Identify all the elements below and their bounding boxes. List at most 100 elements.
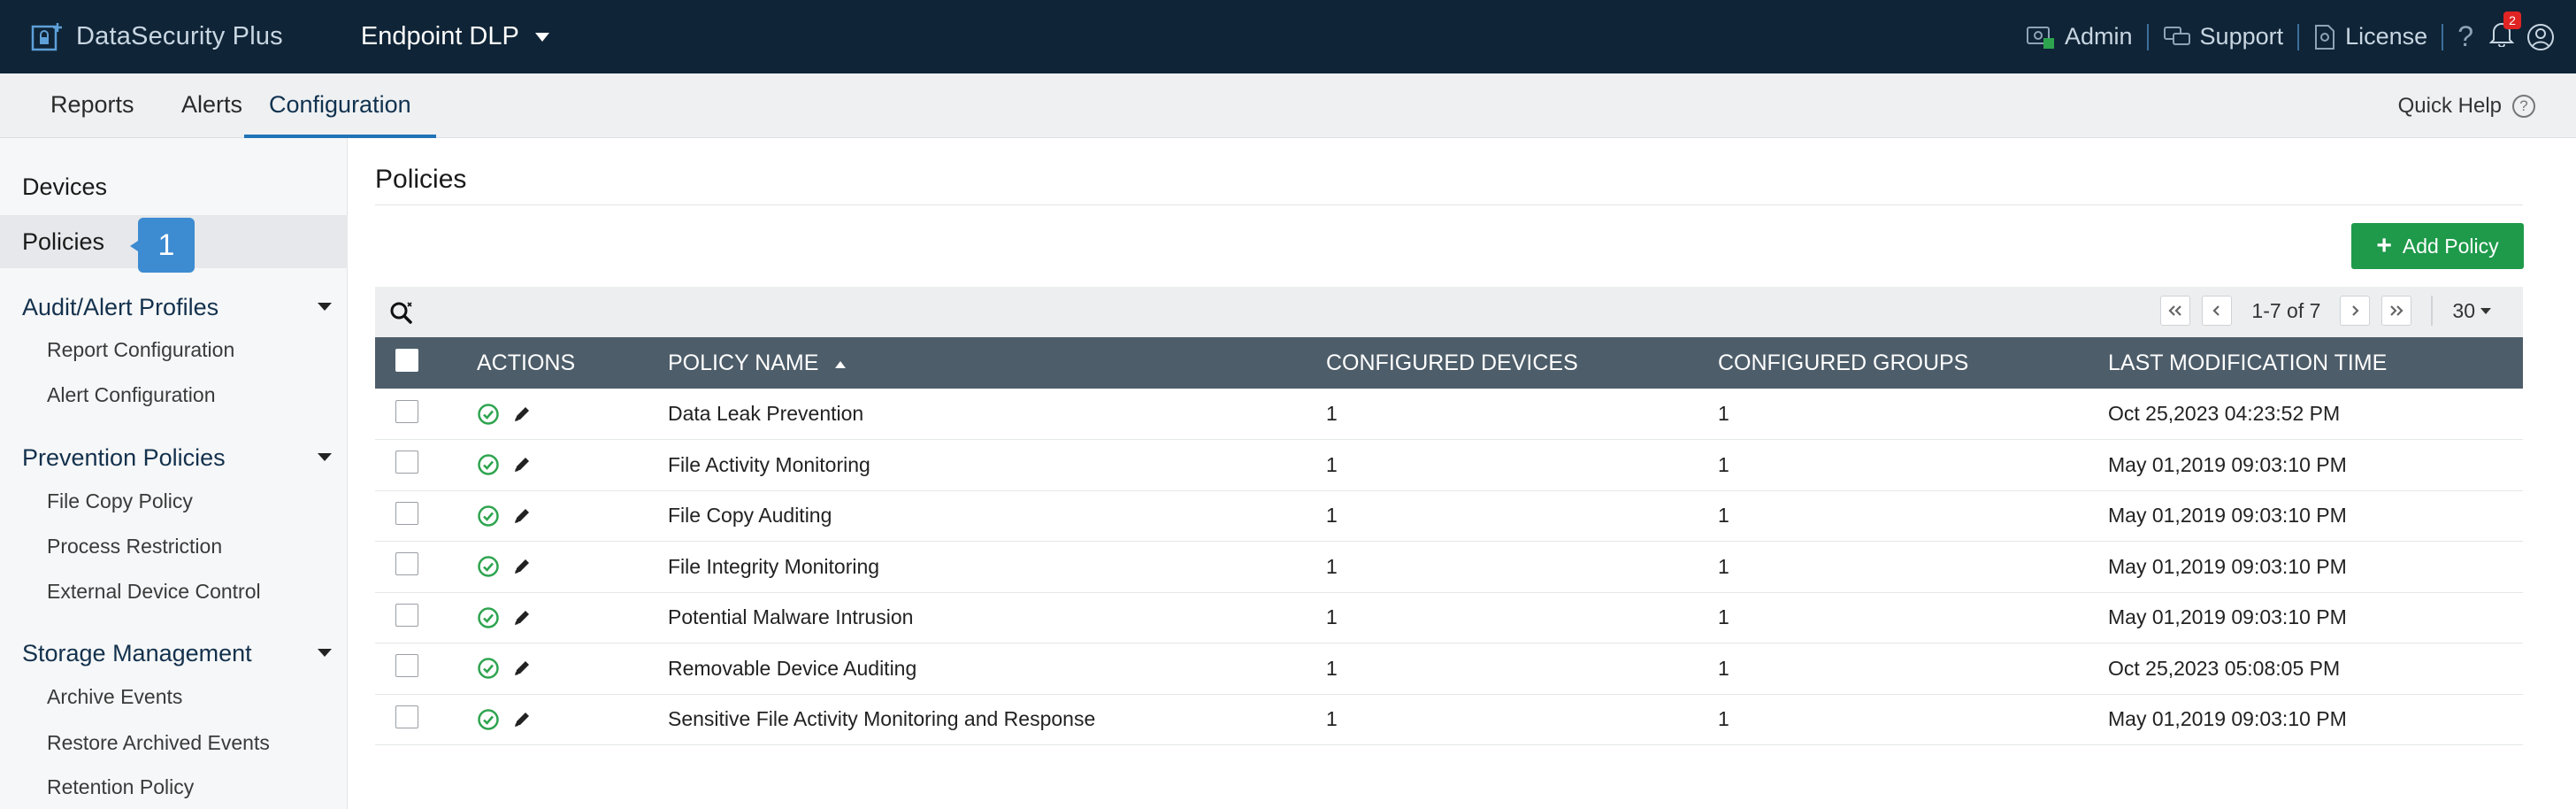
- chevron-down-icon: [534, 32, 549, 42]
- sidebar-item-alert-configuration[interactable]: Alert Configuration: [47, 383, 216, 407]
- row-checkbox[interactable]: [395, 451, 418, 474]
- policies-table: ACTIONS POLICY NAME CONFIGURED DEVICES C…: [375, 337, 2523, 745]
- table-row: Removable Device Auditing 1 1 Oct 25,202…: [375, 643, 2523, 695]
- row-select-cell: [375, 592, 477, 643]
- configured-groups: 1: [1718, 402, 1729, 425]
- configured-groups: 1: [1718, 452, 1729, 476]
- pagination: 1-7 of 7 30: [2160, 296, 2491, 326]
- column-header-configured-groups[interactable]: CONFIGURED GROUPS: [1718, 337, 2108, 389]
- sidebar-section-audit-alert-profiles[interactable]: Audit/Alert Profiles: [0, 285, 348, 329]
- enabled-check-icon[interactable]: [477, 555, 500, 578]
- quick-help-link[interactable]: Quick Help ?: [2398, 73, 2535, 138]
- search-icon[interactable]: [389, 299, 416, 326]
- add-policy-button[interactable]: + Add Policy: [2351, 223, 2524, 269]
- enabled-check-icon[interactable]: [477, 453, 500, 476]
- configured-devices: 1: [1326, 656, 1338, 680]
- row-actions: [477, 643, 668, 695]
- policy-name: File Activity Monitoring: [668, 452, 870, 476]
- edit-pencil-icon[interactable]: [512, 710, 532, 729]
- help-icon[interactable]: ?: [2457, 20, 2473, 53]
- tab-reports[interactable]: Reports: [50, 73, 134, 138]
- sidebar-item-devices[interactable]: Devices: [0, 166, 348, 207]
- edit-pencil-icon[interactable]: [512, 608, 532, 628]
- sidebar-item-external-device-control[interactable]: External Device Control: [47, 580, 261, 604]
- row-checkbox[interactable]: [395, 501, 418, 525]
- configured-devices: 1: [1326, 402, 1338, 425]
- user-avatar-icon[interactable]: [2526, 23, 2555, 51]
- edit-pencil-icon[interactable]: [512, 404, 532, 424]
- configured-groups: 1: [1718, 504, 1729, 528]
- table-toolbar: 1-7 of 7 30: [375, 287, 2523, 337]
- sidebar-section-prevention-policies[interactable]: Prevention Policies: [0, 435, 348, 480]
- sidebar-item-process-restriction[interactable]: Process Restriction: [47, 535, 222, 559]
- sidebar-item-restore-archived-events[interactable]: Restore Archived Events: [47, 731, 270, 755]
- row-checkbox[interactable]: [395, 603, 418, 627]
- policy-name: Removable Device Auditing: [668, 656, 917, 680]
- sidebar-item-retention-policy[interactable]: Retention Policy: [47, 775, 194, 799]
- column-header-policy-name[interactable]: POLICY NAME: [668, 337, 1326, 389]
- last-page-button[interactable]: [2381, 296, 2412, 326]
- brand[interactable]: DataSecurity Plus: [30, 19, 283, 55]
- tab-configuration[interactable]: Configuration: [244, 73, 436, 138]
- caret-down-icon: [2480, 307, 2491, 314]
- divider: [2297, 23, 2300, 50]
- next-page-button[interactable]: [2340, 296, 2371, 326]
- edit-pencil-icon[interactable]: [512, 455, 532, 474]
- edit-pencil-icon[interactable]: [512, 659, 532, 678]
- title-divider: [375, 204, 2523, 205]
- last-modification-time: Oct 25,2023 04:23:52 PM: [2108, 402, 2341, 425]
- previous-page-button[interactable]: [2202, 296, 2233, 326]
- license-link[interactable]: License: [2313, 23, 2427, 50]
- section-title: Storage Management: [22, 640, 252, 666]
- section-title: Prevention Policies: [22, 444, 226, 471]
- row-actions: [477, 440, 668, 491]
- enabled-check-icon[interactable]: [477, 403, 500, 426]
- notification-badge: 2: [2503, 12, 2521, 29]
- sidebar-section-storage-management[interactable]: Storage Management: [0, 631, 348, 675]
- table-row: Sensitive File Activity Monitoring and R…: [375, 694, 2523, 745]
- row-checkbox[interactable]: [395, 399, 418, 423]
- column-header-configured-devices[interactable]: CONFIGURED DEVICES: [1326, 337, 1718, 389]
- tab-alerts[interactable]: Alerts: [181, 73, 242, 138]
- notifications-button[interactable]: 2: [2488, 12, 2521, 53]
- row-checkbox[interactable]: [395, 552, 418, 576]
- enabled-check-icon[interactable]: [477, 606, 500, 629]
- row-checkbox[interactable]: [395, 705, 418, 728]
- sidebar-item-archive-events[interactable]: Archive Events: [47, 685, 182, 709]
- configured-devices: 1: [1326, 707, 1338, 731]
- configured-devices: 1: [1326, 605, 1338, 629]
- enabled-check-icon[interactable]: [477, 708, 500, 731]
- row-select-cell: [375, 542, 477, 593]
- step-callout: 1: [130, 218, 195, 273]
- product-switcher[interactable]: Endpoint DLP: [361, 22, 549, 51]
- table-row: File Copy Auditing 1 1 May 01,2019 09:03…: [375, 490, 2523, 542]
- admin-link[interactable]: Admin: [2026, 23, 2133, 51]
- double-chevron-right-icon: [2390, 305, 2404, 316]
- sub-navigation: Reports Alerts Configuration Quick Help …: [0, 73, 2576, 138]
- support-link[interactable]: Support: [2163, 23, 2283, 50]
- edit-pencil-icon[interactable]: [512, 506, 532, 526]
- last-modification-time: May 01,2019 09:03:10 PM: [2108, 605, 2347, 629]
- add-policy-label: Add Policy: [2402, 234, 2499, 258]
- page-size-select[interactable]: 30: [2452, 299, 2491, 323]
- sidebar-item-file-copy-policy[interactable]: File Copy Policy: [47, 489, 193, 513]
- policy-name: File Integrity Monitoring: [668, 554, 880, 578]
- row-actions: [477, 542, 668, 593]
- enabled-check-icon[interactable]: [477, 657, 500, 680]
- edit-pencil-icon[interactable]: [512, 557, 532, 576]
- policy-name: Data Leak Prevention: [668, 402, 864, 425]
- enabled-check-icon[interactable]: [477, 505, 500, 528]
- double-chevron-left-icon: [2168, 305, 2182, 316]
- row-checkbox[interactable]: [395, 654, 418, 678]
- sidebar-item-report-configuration[interactable]: Report Configuration: [47, 338, 234, 362]
- policy-name: File Copy Auditing: [668, 504, 832, 528]
- configured-devices: 1: [1326, 452, 1338, 476]
- table-header-row: ACTIONS POLICY NAME CONFIGURED DEVICES C…: [375, 337, 2523, 389]
- table-row: File Integrity Monitoring 1 1 May 01,201…: [375, 542, 2523, 593]
- license-icon: [2315, 24, 2335, 50]
- select-all-checkbox[interactable]: [395, 348, 418, 372]
- first-page-button[interactable]: [2160, 296, 2191, 326]
- last-modification-time: May 01,2019 09:03:10 PM: [2108, 707, 2347, 731]
- row-actions: [477, 389, 668, 440]
- column-header-last-modification-time[interactable]: LAST MODIFICATION TIME: [2108, 337, 2523, 389]
